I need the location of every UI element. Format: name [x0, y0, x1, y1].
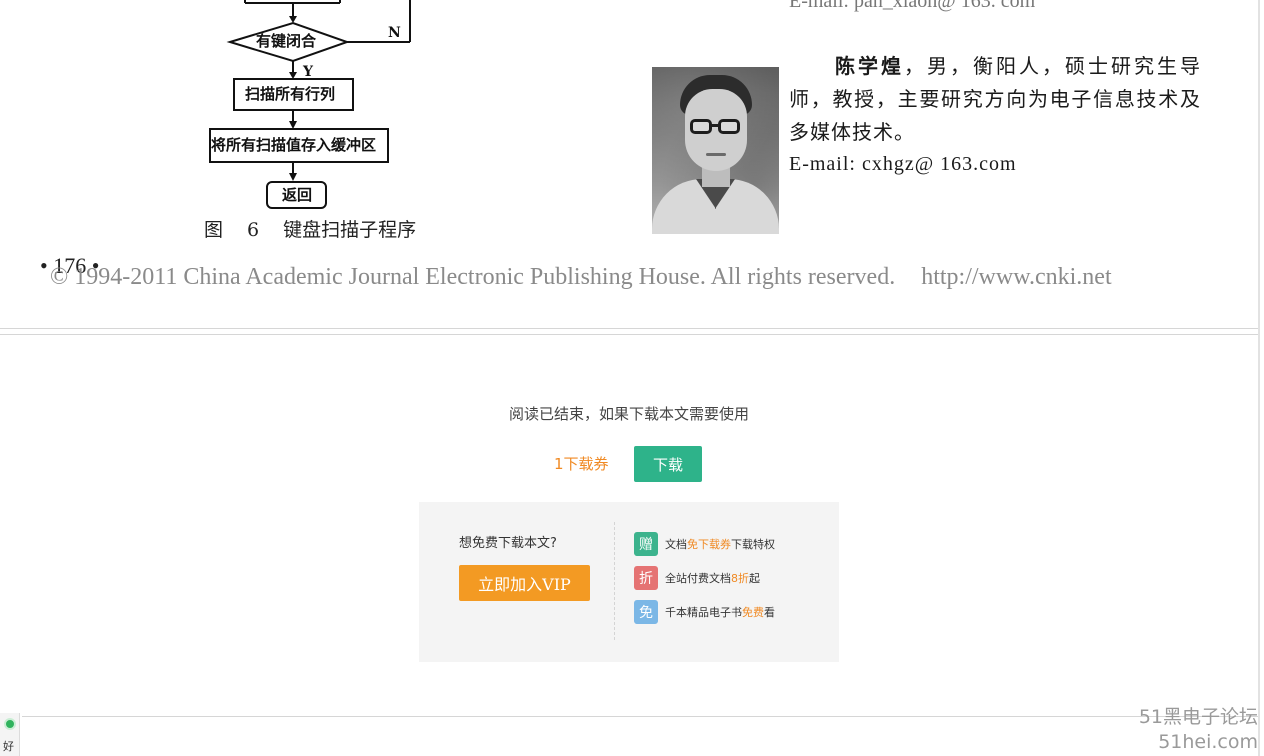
join-vip-button[interactable]: 立即加入VIP	[459, 565, 590, 601]
copyright-line: © 1994-2011 China Academic Journal Elect…	[50, 264, 1112, 291]
site-watermark: 51黑电子论坛 51hei.com	[1139, 705, 1258, 755]
discount-badge-icon: 折	[634, 566, 658, 590]
perk-text: 千本精品电子书免费看	[665, 606, 775, 619]
author-photo	[652, 67, 779, 234]
perk-text: 全站付费文档8折起	[665, 572, 760, 585]
bottom-separator	[22, 716, 1258, 717]
vip-perk-item: 赠 文档免下载券下载特权	[634, 532, 775, 556]
flow-branch-yes-label: Y	[303, 64, 313, 80]
flowchart: 有键闭合 N Y 扫描所有行列 将所有扫描值存入缓冲区 返回	[190, 0, 430, 240]
copyright-text: © 1994-2011 China Academic Journal Elect…	[50, 264, 896, 290]
perk-text: 文档免下载券下载特权	[665, 538, 775, 551]
vip-perk-item: 免 千本精品电子书免费看	[634, 600, 775, 624]
free-badge-icon: 免	[634, 600, 658, 624]
vip-divider	[614, 522, 615, 640]
download-button[interactable]: 下载	[634, 446, 702, 482]
flow-scan-label: 扫描所有行列	[245, 85, 336, 103]
page-separator	[0, 334, 1260, 335]
author-bio: 陈学煌，男，衡阳人，硕士研究生导师，教授，主要研究方向为电子信息技术及多媒体技术…	[789, 50, 1201, 149]
copyright-url: http://www.cnki.net	[921, 264, 1112, 290]
page-separator	[0, 328, 1260, 329]
document-page: 有键闭合 N Y 扫描所有行列 将所有扫描值存入缓冲区 返回 图 6 键盘扫描子…	[0, 0, 1264, 328]
watermark-line-2: 51hei.com	[1158, 731, 1258, 753]
author-email: E-mail: cxhgz@ 163.com	[789, 153, 1017, 175]
author-name: 陈学煌	[833, 54, 904, 78]
vip-perk-item: 折 全站付费文档8折起	[634, 566, 760, 590]
watermark-line-1: 51黑电子论坛	[1138, 706, 1258, 728]
download-ticket-cost: 1下载券	[554, 455, 609, 473]
gift-badge-icon: 赠	[634, 532, 658, 556]
vip-panel: 想免费下载本文? 立即加入VIP 赠 文档免下载券下载特权 折 全站付费文档8折…	[419, 502, 839, 662]
rating-widget[interactable]: 好	[0, 713, 20, 756]
flow-store-label: 将所有扫描值存入缓冲区	[211, 136, 377, 154]
flow-branch-no-label: N	[388, 25, 401, 41]
flow-decision-label: 有键闭合	[256, 32, 317, 50]
flow-return-label: 返回	[282, 186, 313, 204]
online-status-icon	[4, 718, 16, 730]
rating-widget-label: 好	[3, 740, 14, 753]
reading-end-message: 阅读已结束，如果下载本文需要使用	[508, 405, 749, 423]
vip-question: 想免费下载本文?	[459, 536, 557, 551]
previous-author-email: E-mail: pan_xiaoh@ 163. com	[789, 0, 1036, 12]
page-edge	[1258, 0, 1260, 756]
figure-caption: 图 6 键盘扫描子程序	[204, 219, 417, 241]
